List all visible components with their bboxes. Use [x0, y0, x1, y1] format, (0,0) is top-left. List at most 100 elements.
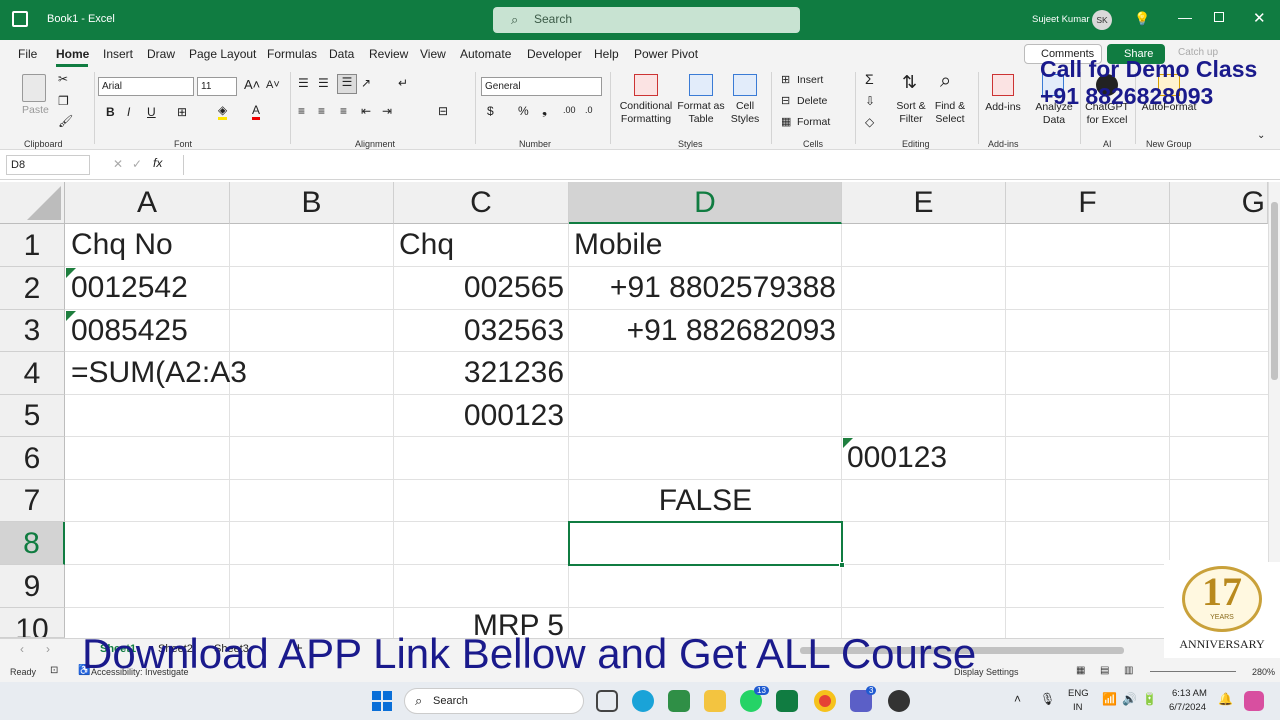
- sheet-prev-icon[interactable]: ‹: [20, 642, 24, 656]
- column-header-e[interactable]: E: [842, 182, 1006, 224]
- tab-data[interactable]: Data: [329, 47, 354, 61]
- format-as-table-icon[interactable]: [689, 74, 713, 96]
- row-header-5[interactable]: 5: [0, 395, 65, 437]
- zoom-level[interactable]: 280%: [1252, 667, 1275, 677]
- volume-icon[interactable]: 🔊: [1122, 692, 1137, 706]
- tab-help[interactable]: Help: [594, 47, 619, 61]
- row-header-7[interactable]: 7: [0, 480, 65, 522]
- page-break-view-icon[interactable]: ▥: [1124, 665, 1133, 676]
- normal-view-icon[interactable]: ▦: [1076, 665, 1085, 676]
- microphone-icon[interactable]: 🎙: [1040, 692, 1055, 706]
- delete-cells-button[interactable]: Delete: [797, 95, 827, 107]
- edge-icon[interactable]: [632, 690, 654, 712]
- selected-cell-d8[interactable]: [568, 521, 843, 566]
- decrease-decimal-icon[interactable]: .0: [585, 105, 593, 115]
- increase-font-icon[interactable]: A˄: [244, 77, 260, 92]
- cell-d1[interactable]: Mobile: [574, 224, 662, 266]
- cell-c3[interactable]: 032563: [394, 310, 564, 352]
- cancel-icon[interactable]: ✕: [113, 157, 123, 171]
- format-cells-icon[interactable]: ▦: [781, 115, 791, 128]
- add-ins-icon[interactable]: [992, 74, 1014, 96]
- tab-review[interactable]: Review: [369, 47, 408, 61]
- minimize-icon[interactable]: —: [1178, 9, 1192, 25]
- conditional-formatting-icon[interactable]: [634, 74, 658, 96]
- borders-icon[interactable]: ⊞: [177, 105, 187, 119]
- find-select-button[interactable]: Find & Select: [931, 100, 969, 126]
- vertical-scrollbar-thumb[interactable]: [1271, 202, 1278, 380]
- wifi-icon[interactable]: 📶: [1102, 692, 1117, 706]
- insert-function-icon[interactable]: fx: [153, 156, 162, 170]
- fill-handle[interactable]: [839, 562, 845, 568]
- row-header-6[interactable]: 6: [0, 437, 65, 480]
- sort-filter-button[interactable]: Sort & Filter: [893, 100, 929, 126]
- clear-icon[interactable]: ◇: [865, 115, 874, 129]
- font-color-icon[interactable]: A: [252, 103, 261, 120]
- number-format-select[interactable]: General: [481, 77, 602, 96]
- windows-start-icon[interactable]: [372, 691, 392, 711]
- tab-developer[interactable]: Developer: [527, 47, 582, 61]
- name-box[interactable]: D8: [6, 155, 90, 175]
- align-middle-icon[interactable]: ☰: [318, 76, 329, 90]
- merge-center-icon[interactable]: ⊟: [438, 104, 448, 118]
- font-name-select[interactable]: Arial: [98, 77, 194, 96]
- column-header-c[interactable]: C: [394, 182, 569, 224]
- italic-icon[interactable]: I: [127, 105, 130, 119]
- tab-automate[interactable]: Automate: [460, 47, 511, 61]
- recorder-icon[interactable]: [888, 690, 910, 712]
- zoom-slider[interactable]: [1150, 671, 1236, 672]
- search-box[interactable]: ⌕ Search: [493, 7, 800, 33]
- clock-time[interactable]: 6:13 AM: [1172, 688, 1207, 699]
- insert-cells-icon[interactable]: ⊞: [781, 73, 790, 86]
- restore-icon[interactable]: [1214, 12, 1224, 22]
- excel-icon[interactable]: [776, 690, 798, 712]
- cell-a4[interactable]: =SUM(A2:A3: [71, 352, 247, 394]
- select-all-corner[interactable]: [0, 182, 65, 224]
- cell-c4[interactable]: 321236: [394, 352, 564, 394]
- row-header-4[interactable]: 4: [0, 352, 65, 395]
- font-size-select[interactable]: 11: [197, 77, 237, 96]
- task-view-icon[interactable]: [596, 690, 618, 712]
- conditional-formatting-button[interactable]: Conditional Formatting: [616, 100, 676, 126]
- column-header-g[interactable]: G: [1170, 182, 1268, 224]
- language-code[interactable]: ENG: [1068, 688, 1089, 699]
- tab-page-layout[interactable]: Page Layout: [189, 47, 256, 61]
- row-header-10[interactable]: 10: [0, 608, 65, 638]
- camera-app-icon[interactable]: [668, 690, 690, 712]
- cell-styles-icon[interactable]: [733, 74, 757, 96]
- page-layout-view-icon[interactable]: ▤: [1100, 665, 1109, 676]
- underline-icon[interactable]: U: [147, 105, 156, 119]
- tab-draw[interactable]: Draw: [147, 47, 175, 61]
- copilot-icon[interactable]: [1244, 691, 1264, 711]
- clock-date[interactable]: 6/7/2024: [1169, 702, 1206, 713]
- wrap-text-icon[interactable]: ↵: [398, 76, 408, 90]
- cell-c1[interactable]: Chq: [399, 224, 454, 266]
- tab-home[interactable]: Home: [56, 47, 89, 61]
- lightbulb-icon[interactable]: 💡: [1134, 11, 1150, 27]
- cell-c2[interactable]: 002565: [394, 267, 564, 309]
- decrease-indent-icon[interactable]: ⇤: [361, 104, 371, 118]
- column-header-d[interactable]: D: [569, 182, 842, 224]
- taskbar-search[interactable]: ⌕ Search: [404, 688, 584, 714]
- tab-formulas[interactable]: Formulas: [267, 47, 317, 61]
- fill-icon[interactable]: ⇩: [865, 94, 875, 108]
- format-cells-button[interactable]: Format: [797, 116, 830, 128]
- fill-color-icon[interactable]: ◈: [218, 103, 228, 120]
- cell-d7[interactable]: FALSE: [569, 480, 842, 522]
- row-header-9[interactable]: 9: [0, 565, 65, 608]
- collapse-ribbon-icon[interactable]: ⌄: [1257, 130, 1265, 141]
- enter-icon[interactable]: ✓: [132, 157, 142, 171]
- cell-a1[interactable]: Chq No: [71, 224, 173, 266]
- currency-icon[interactable]: $: [487, 104, 494, 118]
- sort-filter-icon[interactable]: ⇅: [902, 72, 917, 93]
- tab-file[interactable]: File: [18, 47, 37, 61]
- row-header-1[interactable]: 1: [0, 224, 65, 267]
- increase-decimal-icon[interactable]: .00: [563, 105, 576, 115]
- orientation-icon[interactable]: ↗: [361, 76, 371, 90]
- increase-indent-icon[interactable]: ⇥: [382, 104, 392, 118]
- close-icon[interactable]: ✕: [1253, 9, 1266, 27]
- align-center-icon[interactable]: ≡: [318, 104, 325, 118]
- notification-bell-icon[interactable]: 🔔: [1218, 692, 1233, 706]
- language-region[interactable]: IN: [1073, 702, 1083, 713]
- chrome-icon[interactable]: [814, 690, 836, 712]
- find-select-icon[interactable]: ⌕: [940, 70, 951, 93]
